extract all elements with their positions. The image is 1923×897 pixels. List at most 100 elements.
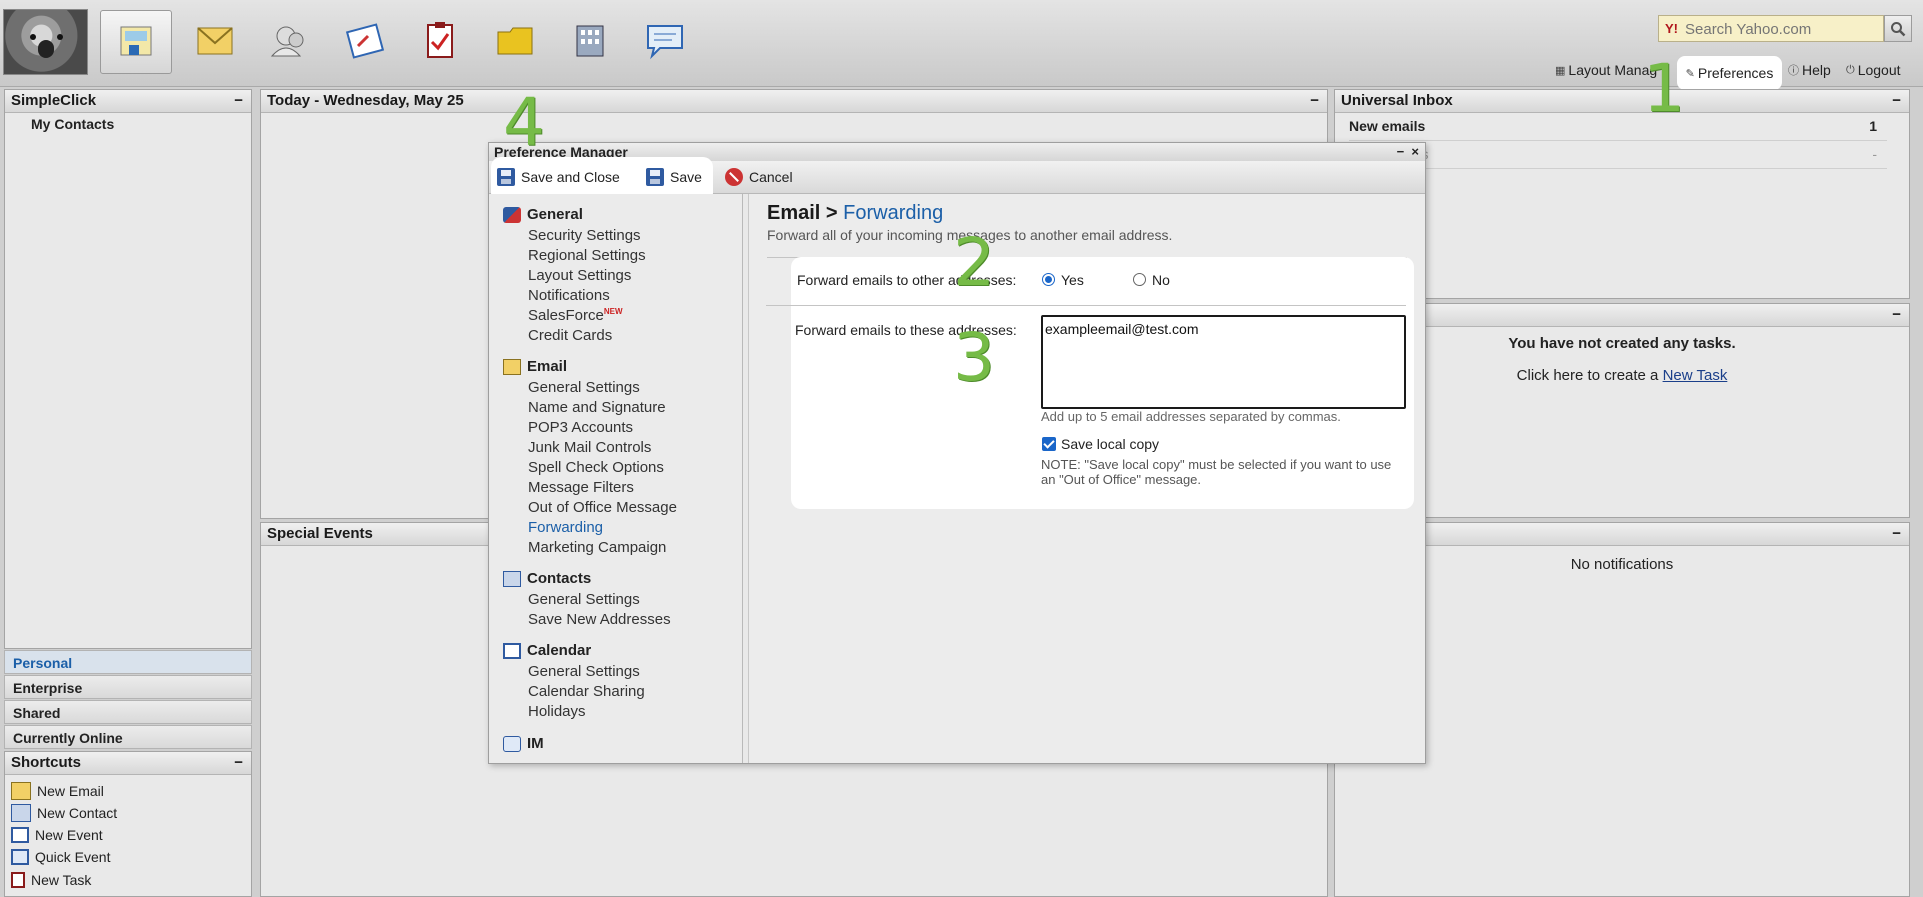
nav-section-calendar[interactable]: Calendar xyxy=(503,642,591,659)
inbox-row[interactable]: New emails 1 xyxy=(1349,113,1887,141)
nav-section-email[interactable]: Email xyxy=(503,358,567,375)
quick-event-icon xyxy=(11,849,29,865)
preferences-link[interactable]: ✎ Preferences xyxy=(1677,56,1782,90)
cancel-icon xyxy=(725,168,743,186)
nav-junk-mail-controls[interactable]: Junk Mail Controls xyxy=(528,439,651,456)
forward-yes-radio[interactable] xyxy=(1042,273,1055,286)
step-number-1: 1 xyxy=(1643,50,1685,127)
cancel-button[interactable]: Cancel xyxy=(725,168,793,186)
save-button[interactable]: Save xyxy=(646,168,702,186)
divider xyxy=(766,305,1406,306)
help-icon: ⓘ xyxy=(1788,65,1799,77)
inbox-row[interactable]: uests- xyxy=(1349,141,1887,169)
nav-section-im[interactable]: IM xyxy=(503,735,544,752)
logout-icon: ⏻ xyxy=(1846,63,1855,76)
nav-calendar-sharing[interactable]: Calendar Sharing xyxy=(528,683,645,700)
nav-salesforce[interactable]: SalesForceNEW xyxy=(528,307,623,324)
nav-forwarding[interactable]: Forwarding xyxy=(528,519,603,536)
minimize-icon[interactable]: − xyxy=(234,752,243,774)
new-task-link[interactable]: New Task xyxy=(1663,367,1728,384)
search-box: Y! xyxy=(1658,15,1884,42)
search-icon xyxy=(1891,21,1906,36)
save-local-copy-note: NOTE: "Save local copy" must be selected… xyxy=(1041,457,1392,487)
nav-security-settings[interactable]: Security Settings xyxy=(528,227,641,244)
minimize-icon[interactable]: − xyxy=(1892,90,1901,112)
nav-layout-settings[interactable]: Layout Settings xyxy=(528,267,631,284)
shortcut-new-email[interactable]: New Email xyxy=(11,782,104,800)
nav-out-of-office[interactable]: Out of Office Message xyxy=(528,499,677,516)
nav-notifications[interactable]: Notifications xyxy=(528,287,610,304)
nav-holidays[interactable]: Holidays xyxy=(528,703,586,720)
shortcuts-panel: Shortcuts − New Email New Contact New Eve… xyxy=(4,751,252,897)
nav-save-new-addresses[interactable]: Save New Addresses xyxy=(528,611,671,628)
step-number-3: 3 xyxy=(953,319,995,396)
nav-name-and-signature[interactable]: Name and Signature xyxy=(528,399,666,416)
step-number-4: 4 xyxy=(503,84,545,161)
forward-no-radio[interactable] xyxy=(1133,273,1146,286)
files-app-icon[interactable] xyxy=(480,10,550,72)
contact-icon xyxy=(11,804,31,822)
contacts-icon xyxy=(503,570,521,587)
nav-credit-cards[interactable]: Credit Cards xyxy=(528,327,612,344)
group-personal[interactable]: Personal xyxy=(4,650,252,674)
nav-marketing-campaign[interactable]: Marketing Campaign xyxy=(528,539,666,556)
page-title: Email > Forwarding xyxy=(767,202,944,224)
forward-no-label[interactable]: No xyxy=(1152,272,1170,288)
minimize-icon[interactable]: − xyxy=(1397,144,1405,159)
calendar-app-icon[interactable] xyxy=(330,10,400,72)
calendar-icon xyxy=(503,642,521,659)
shortcut-new-event[interactable]: New Event xyxy=(11,827,103,843)
calendar-icon xyxy=(11,827,29,843)
shield-icon xyxy=(503,206,521,223)
nav-section-general[interactable]: General xyxy=(503,206,583,223)
im-app-icon[interactable] xyxy=(630,10,700,72)
forward-yes-label[interactable]: Yes xyxy=(1061,272,1084,288)
simpleclick-panel: SimpleClick − My Contacts xyxy=(4,89,252,649)
home-app-icon[interactable] xyxy=(100,10,172,74)
my-contacts-link[interactable]: My Contacts xyxy=(31,116,114,132)
nav-regional-settings[interactable]: Regional Settings xyxy=(528,247,646,264)
minimize-icon[interactable]: − xyxy=(1310,90,1319,112)
search-input[interactable] xyxy=(1683,18,1882,41)
minimize-icon[interactable]: − xyxy=(234,90,243,112)
logout-link[interactable]: ⏻ Logout xyxy=(1846,62,1901,78)
nav-contacts-general-settings[interactable]: General Settings xyxy=(528,591,640,608)
save-and-close-button[interactable]: Save and Close xyxy=(497,168,620,186)
email-app-icon[interactable] xyxy=(180,10,250,72)
close-icon[interactable]: × xyxy=(1411,144,1419,159)
nav-pop3-accounts[interactable]: POP3 Accounts xyxy=(528,419,633,436)
panel-title: Universal Inbox − xyxy=(1335,90,1909,113)
contacts-app-icon[interactable] xyxy=(254,10,324,72)
shortcut-new-task[interactable]: New Task xyxy=(11,872,91,888)
minimize-icon[interactable]: − xyxy=(1892,523,1901,545)
nav-spell-check-options[interactable]: Spell Check Options xyxy=(528,459,664,476)
group-enterprise[interactable]: Enterprise xyxy=(4,675,252,699)
group-currently-online[interactable]: Currently Online xyxy=(4,725,252,749)
floppy-disk-icon xyxy=(646,168,664,186)
nav-calendar-general-settings[interactable]: General Settings xyxy=(528,663,640,680)
shortcut-quick-event[interactable]: Quick Event xyxy=(11,849,110,865)
panel-title: Shortcuts − xyxy=(5,752,251,775)
forward-addresses-input[interactable]: exampleemail@test.com xyxy=(1041,315,1406,409)
email-icon xyxy=(11,782,31,800)
top-bar: Y! ▦Layout Manag ✎Preferences ⓘHelp ⏻Log… xyxy=(0,0,1923,90)
minimize-icon[interactable]: − xyxy=(1892,304,1901,326)
save-local-copy-label[interactable]: Save local copy xyxy=(1061,436,1159,452)
save-local-copy-checkbox[interactable] xyxy=(1042,437,1056,451)
wrench-icon: ✎ xyxy=(1685,67,1695,80)
nav-message-filters[interactable]: Message Filters xyxy=(528,479,634,496)
search-button[interactable] xyxy=(1884,15,1912,42)
shortcut-new-contact[interactable]: New Contact xyxy=(11,804,117,822)
floppy-disk-icon xyxy=(497,168,515,186)
help-link[interactable]: ⓘ Help xyxy=(1788,62,1831,78)
layout-manager-link[interactable]: ▦ Layout Manag xyxy=(1555,62,1657,78)
group-shared[interactable]: Shared xyxy=(4,700,252,724)
yahoo-logo-icon: Y! xyxy=(1665,21,1678,36)
chat-icon xyxy=(503,735,521,752)
dialog-controls: − × xyxy=(1397,143,1419,161)
nav-section-contacts[interactable]: Contacts xyxy=(503,570,591,587)
tasks-app-icon[interactable] xyxy=(405,10,475,72)
enterprise-app-icon[interactable] xyxy=(555,10,625,72)
user-avatar[interactable] xyxy=(3,9,88,75)
nav-email-general-settings[interactable]: General Settings xyxy=(528,379,640,396)
